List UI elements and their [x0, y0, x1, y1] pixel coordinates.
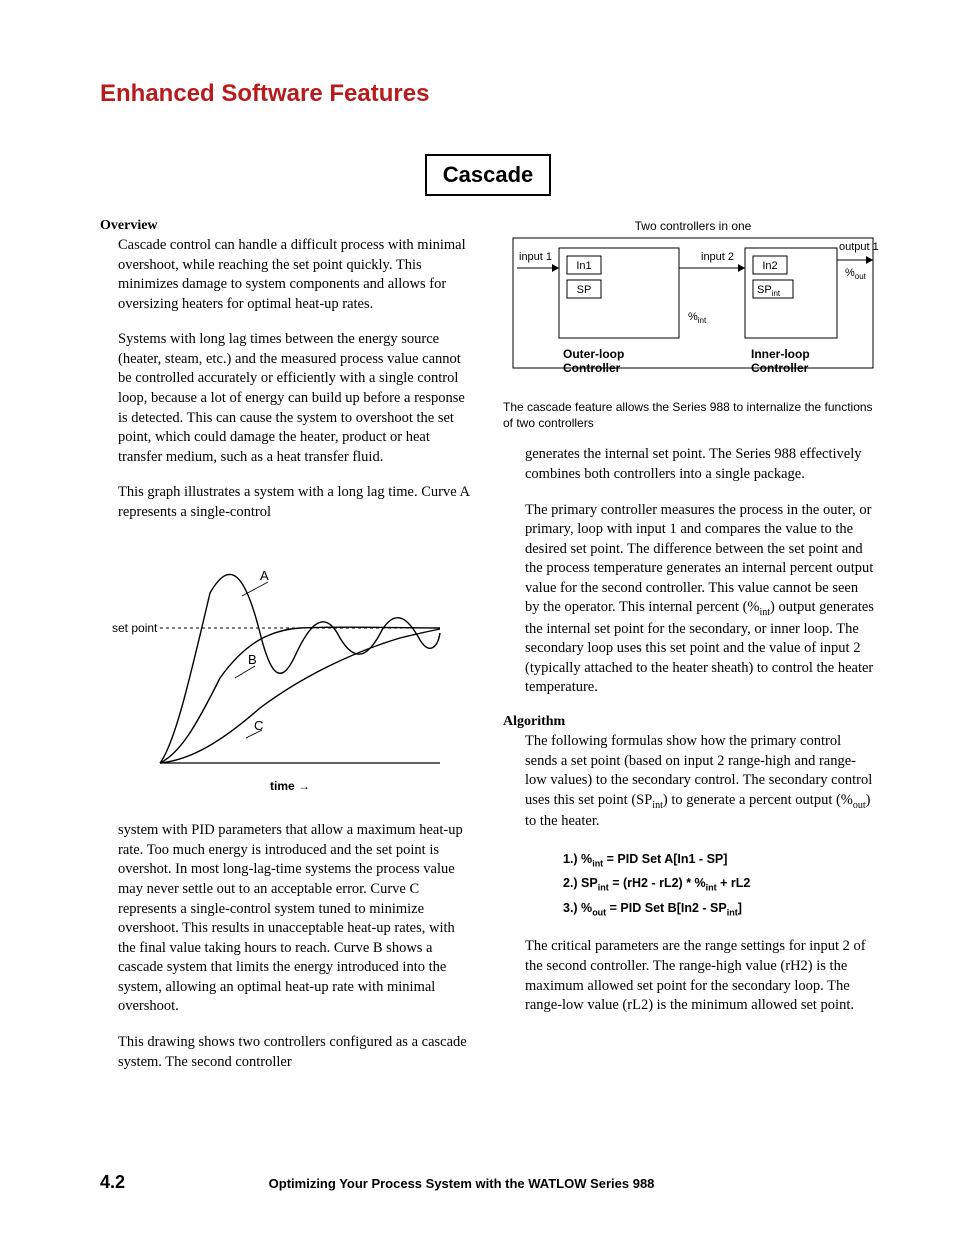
algorithm-formulas: 1.) %int = PID Set A[In1 - SP]2.) SPint …: [563, 848, 876, 922]
response-curves-chart: set point A B C time →: [100, 538, 473, 803]
page-title: Enhanced Software Features: [100, 80, 876, 108]
label-inner-loop: Inner-loop Controller: [751, 347, 813, 375]
overview-p3: This graph illustrates a system with a l…: [118, 483, 473, 522]
curve-a-label: A: [260, 568, 269, 583]
curve-a: [160, 575, 440, 764]
overview-p5: This drawing shows two controllers confi…: [118, 1033, 473, 1072]
algorithm-intro: The following formulas show how the prim…: [525, 732, 876, 832]
curve-c-label: C: [254, 718, 263, 733]
overview-p2: Systems with long lag times between the …: [118, 330, 473, 467]
overview-p1: Cascade control can handle a difficult p…: [118, 236, 473, 314]
label-input2: input 2: [701, 251, 734, 263]
label-pct-out: %out: [845, 267, 867, 281]
label-sp: SP: [577, 284, 592, 296]
page-footer: 4.2 Optimizing Your Process System with …: [100, 1172, 876, 1193]
curve-c: [160, 629, 440, 763]
right-p2: The primary controller measures the proc…: [525, 501, 876, 698]
label-pct-int: %int: [688, 311, 707, 325]
overview-p4: system with PID parameters that allow a …: [118, 821, 473, 1017]
section-box-title: Cascade: [425, 154, 552, 196]
algorithm-heading: Algorithm: [503, 714, 876, 730]
right-p4: The critical parameters are the range se…: [525, 937, 876, 1015]
chart-setpoint-label: set point: [112, 621, 158, 635]
label-spint: SPint: [757, 284, 781, 298]
diagram-top-label: Two controllers in one: [635, 219, 752, 233]
curve-b: [160, 627, 440, 763]
right-p1: generates the internal set point. The Se…: [525, 445, 876, 484]
label-outer-loop: Outer-loop Controller: [563, 347, 628, 375]
chart-time-label: time →: [270, 779, 310, 793]
label-input1: input 1: [519, 251, 552, 263]
footer-text: Optimizing Your Process System with the …: [269, 1176, 655, 1191]
curve-b-label: B: [248, 652, 257, 667]
label-output1: output 1: [839, 241, 879, 253]
block-diagram: Two controllers in one input 1 In1: [503, 218, 876, 393]
overview-heading: Overview: [100, 218, 473, 234]
diagram-caption: The cascade feature allows the Series 98…: [503, 399, 876, 431]
page-number: 4.2: [100, 1172, 125, 1192]
label-in1: In1: [576, 260, 591, 272]
label-in2: In2: [762, 260, 777, 272]
